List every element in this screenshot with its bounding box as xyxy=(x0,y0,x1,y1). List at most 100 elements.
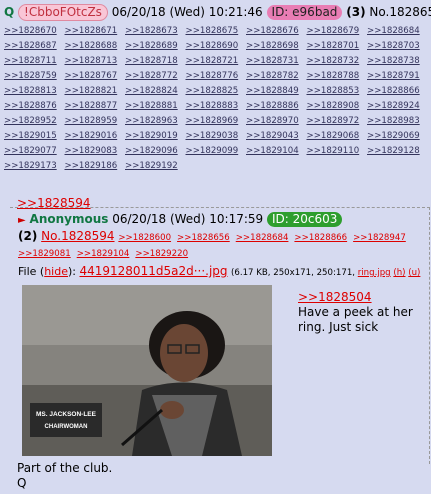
reply-link[interactable]: >>1828813 xyxy=(4,84,65,99)
reply-link[interactable]: >>1828703 xyxy=(367,39,428,54)
reply-link[interactable]: >>1828886 xyxy=(246,99,307,114)
file-u-link[interactable]: (u) xyxy=(408,268,420,278)
file-h-link[interactable]: (h) xyxy=(393,268,405,278)
reply-link[interactable]: >>1828688 xyxy=(65,39,126,54)
reply-link[interactable]: >>1828772 xyxy=(125,69,186,84)
reply-link[interactable]: >>1828821 xyxy=(65,84,126,99)
reply-link[interactable]: >>1828673 xyxy=(125,24,186,39)
file-meta: (6.17 KB, 250x171, 250:171, xyxy=(231,268,356,278)
reply-link[interactable]: >>1828759 xyxy=(4,69,65,84)
reply-link[interactable]: >>1828970 xyxy=(246,114,307,129)
arrow-icon[interactable]: ► xyxy=(18,215,26,226)
photo-illustration: MS. JACKSON-LEE CHAIRWOMAN xyxy=(22,285,272,456)
reply-link[interactable]: >>1829110 xyxy=(307,144,368,159)
reply-link[interactable]: >>1828959 xyxy=(65,114,126,129)
reply-link[interactable]: >>1828782 xyxy=(246,69,307,84)
reply-link[interactable]: >>1829069 xyxy=(367,129,428,144)
reply-link[interactable]: >>1828866 xyxy=(367,84,428,99)
reply-link[interactable]: >>1828947 xyxy=(353,233,406,243)
reply-link[interactable]: >>1829083 xyxy=(65,144,126,159)
reply-link[interactable]: >>1828791 xyxy=(367,69,428,84)
svg-text:MS. JACKSON-LEE: MS. JACKSON-LEE xyxy=(36,411,97,418)
reply-row: >>1828687 >>1828688 >>1828689 >>1828690 >>18… xyxy=(4,39,430,54)
reply-link[interactable]: >>1828670 xyxy=(4,24,65,39)
reply-link[interactable]: >>1829068 xyxy=(307,129,368,144)
reply-link[interactable]: >>1828788 xyxy=(307,69,368,84)
reply-link[interactable]: >>1829220 xyxy=(135,249,188,259)
reply-link[interactable]: >>1829038 xyxy=(186,129,247,144)
reply-link[interactable]: >>1829016 xyxy=(65,129,126,144)
reply-link[interactable]: >>1828687 xyxy=(4,39,65,54)
reply-link[interactable]: >>1828701 xyxy=(307,39,368,54)
reply-link[interactable]: >>1829015 xyxy=(4,129,65,144)
reply-link[interactable]: >>1828718 xyxy=(125,54,186,69)
file-original-name-link[interactable]: ring.jpg xyxy=(358,268,391,278)
reply-row: >>1828670 >>1828671 >>1828673 >>1828675 >>18… xyxy=(4,24,430,39)
reply-link[interactable]: >>1828656 xyxy=(177,233,230,243)
reply-link[interactable]: >>1828776 xyxy=(186,69,247,84)
reply-link[interactable]: >>1829043 xyxy=(246,129,307,144)
reply-link[interactable]: >>1828952 xyxy=(4,114,65,129)
reply-link[interactable]: >>1828690 xyxy=(186,39,247,54)
reply-link[interactable]: >>1829019 xyxy=(125,129,186,144)
post-name: Q xyxy=(4,5,15,19)
reply-link[interactable]: >>1828877 xyxy=(65,99,126,114)
reply-link[interactable]: >>1828881 xyxy=(125,99,186,114)
file-info: File (hide): 4419128011d5a2d···.jpg (6.1… xyxy=(18,264,420,278)
reply-link[interactable]: >>1829096 xyxy=(125,144,186,159)
reply-link[interactable]: >>1828675 xyxy=(186,24,247,39)
reply-link[interactable]: >>1829173 xyxy=(4,159,65,174)
post-number[interactable]: No.1828656 xyxy=(369,5,431,19)
reply-link[interactable]: >>1828983 xyxy=(367,114,428,129)
post-number[interactable]: No.1828594 xyxy=(41,229,114,243)
hide-file-link[interactable]: hide xyxy=(44,265,68,278)
reply-link[interactable]: >>1828876 xyxy=(4,99,65,114)
reply-link[interactable]: >>1828853 xyxy=(307,84,368,99)
reply-link[interactable]: >>1828676 xyxy=(246,24,307,39)
reply-link[interactable]: >>1829192 xyxy=(125,159,186,174)
poster-name: Anonymous xyxy=(29,212,109,226)
reply-link[interactable]: >>1828684 xyxy=(236,233,289,243)
reply-link[interactable]: >>1828849 xyxy=(246,84,307,99)
reply-link[interactable]: >>1828824 xyxy=(125,84,186,99)
reply-link[interactable]: >>1829077 xyxy=(4,144,65,159)
reply-link[interactable]: >>1828972 xyxy=(307,114,368,129)
file-name-link[interactable]: 4419128011d5a2d···.jpg xyxy=(79,264,227,278)
reply-link[interactable]: >>1828969 xyxy=(186,114,247,129)
reply-link[interactable]: >>1828731 xyxy=(246,54,307,69)
reply-links-line-2: >>1829081 >>1829104 >>1829220 xyxy=(18,245,194,259)
reply-link[interactable]: >>1828671 xyxy=(65,24,126,39)
reply-link[interactable]: >>1829081 xyxy=(18,249,71,259)
reply-link[interactable]: >>1829099 xyxy=(186,144,247,159)
post-body-line-1: Part of the club. xyxy=(17,461,113,475)
reply-link[interactable]: >>1829128 xyxy=(367,144,428,159)
reply-link[interactable]: >>1828883 xyxy=(186,99,247,114)
poster-id-badge[interactable]: ID: 20c603 xyxy=(267,212,343,227)
reply-link[interactable]: >>1829186 xyxy=(65,159,126,174)
reply-link[interactable]: >>1828866 xyxy=(294,233,347,243)
reply-link[interactable]: >>1828684 xyxy=(367,24,428,39)
reply-link[interactable]: >>1828713 xyxy=(65,54,126,69)
reply-link[interactable]: >>1828600 xyxy=(118,233,171,243)
reply-link[interactable]: >>1828689 xyxy=(125,39,186,54)
reply-link[interactable]: >>1828732 xyxy=(307,54,368,69)
quote-link[interactable]: >>1828504 xyxy=(298,290,428,305)
reply-link[interactable]: >>1828908 xyxy=(307,99,368,114)
reply-link[interactable]: >>1828825 xyxy=(186,84,247,99)
reply-link[interactable]: >>1828963 xyxy=(125,114,186,129)
reply-link[interactable]: >>1829104 xyxy=(77,249,130,259)
reply-post: ► Anonymous 06/20/18 (Wed) 10:17:59 ID: … xyxy=(10,207,430,464)
reply-link[interactable]: >>1829104 xyxy=(246,144,307,159)
reply-row: >>1829015 >>1829016 >>1829019 >>1829038 >>18… xyxy=(4,129,430,144)
post-count: (2) xyxy=(18,229,38,243)
reply-link[interactable]: >>1828924 xyxy=(367,99,428,114)
reply-link[interactable]: >>1828679 xyxy=(307,24,368,39)
reply-link[interactable]: >>1828711 xyxy=(4,54,65,69)
post-image-thumbnail[interactable]: MS. JACKSON-LEE CHAIRWOMAN xyxy=(22,285,272,456)
reply-link[interactable]: >>1828721 xyxy=(186,54,247,69)
reply-link[interactable]: >>1828767 xyxy=(65,69,126,84)
reply-link[interactable]: >>1828738 xyxy=(367,54,428,69)
reply-links-line-1: >>1828600 >>1828656 >>1828684 >>1828866 >>18… xyxy=(118,229,411,243)
reply-link[interactable]: >>1828698 xyxy=(246,39,307,54)
poster-id-badge[interactable]: ID: e96bad xyxy=(266,5,343,20)
